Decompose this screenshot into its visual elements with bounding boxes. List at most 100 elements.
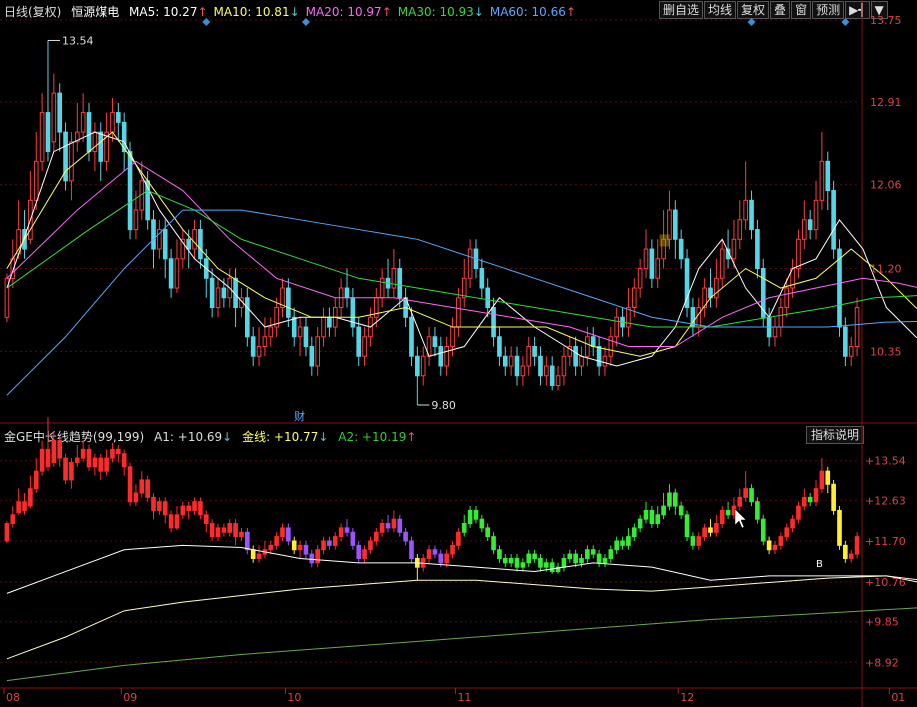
indicator-bar <box>168 514 174 529</box>
candle-body <box>508 355 514 367</box>
candle-body <box>297 326 303 338</box>
candle-body <box>637 268 643 289</box>
indicator-bar <box>608 549 614 559</box>
indicator-bar <box>661 505 666 516</box>
indicator-bar <box>807 496 813 503</box>
candle-body <box>391 268 397 289</box>
candle-body <box>33 160 39 201</box>
y-tick-label: 13.75 <box>870 14 902 27</box>
candle-body <box>98 131 104 162</box>
candle-body <box>590 336 596 348</box>
candle-body <box>749 199 754 231</box>
indicator-bar <box>45 448 51 468</box>
indicator-bar <box>719 509 725 525</box>
candle-body <box>755 229 760 270</box>
y-tick-label: 10.35 <box>870 345 902 358</box>
candle-body <box>415 355 420 377</box>
candle-body <box>655 258 661 279</box>
candle-body <box>327 316 332 328</box>
indicator-bar <box>33 470 39 490</box>
candle-body <box>854 307 860 348</box>
indicator-bar <box>268 544 274 551</box>
indicator-bar <box>620 540 625 546</box>
candle-body <box>432 336 438 348</box>
candle-body <box>256 346 262 357</box>
indicator-bar <box>315 549 320 564</box>
indicator-bar <box>602 557 608 564</box>
indicator-bar <box>385 523 391 529</box>
candle-body <box>801 219 807 240</box>
candle-body <box>291 316 297 338</box>
candle-body <box>778 307 784 328</box>
indicator-bar <box>813 488 819 503</box>
indicator-bar <box>526 553 532 564</box>
candle-body <box>151 219 156 250</box>
candle-body <box>614 316 620 338</box>
indicator-bar <box>491 536 496 551</box>
candle-body <box>497 336 502 357</box>
candle-body <box>250 336 256 357</box>
indicator-bar <box>22 501 27 511</box>
candle-body <box>649 248 655 279</box>
candle-body <box>133 209 139 231</box>
indicator-bar <box>409 540 414 559</box>
grid-lines <box>0 0 917 707</box>
candle-body <box>456 297 461 328</box>
indicator-bar <box>274 536 279 546</box>
candle-body <box>579 355 584 367</box>
indicator-bar <box>403 531 408 542</box>
indicator-bar <box>567 553 573 559</box>
indicator-bar <box>157 501 162 511</box>
indicator-bar <box>479 518 485 529</box>
indicator-bar <box>837 509 842 546</box>
stock-chart[interactable]: 13.75 12.91 12.06 11.20 10.35 +13.54 +12.63 +11… <box>0 0 917 707</box>
indicator-bar <box>772 544 778 551</box>
indicator-series <box>4 417 917 682</box>
indicator-bar <box>286 527 291 542</box>
indicator-bar <box>596 553 602 564</box>
candle-body <box>262 336 268 348</box>
indicator-bar <box>186 505 192 511</box>
indicator-bar <box>133 492 139 503</box>
candle-body <box>520 365 526 377</box>
x-tick-label: 09 <box>123 691 137 704</box>
indicator-bar <box>784 527 790 538</box>
indicator-bar <box>174 514 180 529</box>
indicator-bar <box>590 549 596 555</box>
indicator-bar <box>755 501 760 520</box>
indicator-bar <box>309 553 315 564</box>
indicator-bar <box>790 518 795 529</box>
candle-body <box>286 287 291 318</box>
indicator-bar <box>649 509 655 525</box>
candle-body <box>344 287 350 299</box>
indicator-bar <box>116 448 121 455</box>
indicator-bar <box>831 483 836 511</box>
indicator-bar <box>708 527 713 533</box>
candle-body <box>672 209 678 240</box>
indicator-bar <box>497 549 502 559</box>
x-tick-label: 11 <box>457 691 471 704</box>
indicator-bar <box>162 501 168 516</box>
indicator-bar <box>561 557 567 568</box>
candle-body <box>174 258 180 289</box>
indicator-bar <box>702 527 707 538</box>
candle-body <box>737 219 743 240</box>
indicator-bar <box>461 523 467 533</box>
indicator-bar <box>444 553 449 564</box>
indicator-bar <box>151 496 156 511</box>
candle-body <box>467 248 473 279</box>
candle-body <box>678 238 684 260</box>
candle-body <box>409 316 414 357</box>
indicator-bar <box>843 544 848 559</box>
indicator-bar <box>57 440 63 459</box>
indicator-bar <box>28 488 33 507</box>
indicator-bar <box>432 549 438 555</box>
candle-body <box>843 326 848 357</box>
finance-mark: 财 <box>294 409 305 423</box>
candle-body <box>438 346 444 367</box>
candle-body <box>819 160 825 201</box>
indicator-bar <box>139 479 145 494</box>
indicator-bar <box>80 448 86 459</box>
indicator-line <box>6 544 917 594</box>
indicator-bar <box>549 562 555 573</box>
